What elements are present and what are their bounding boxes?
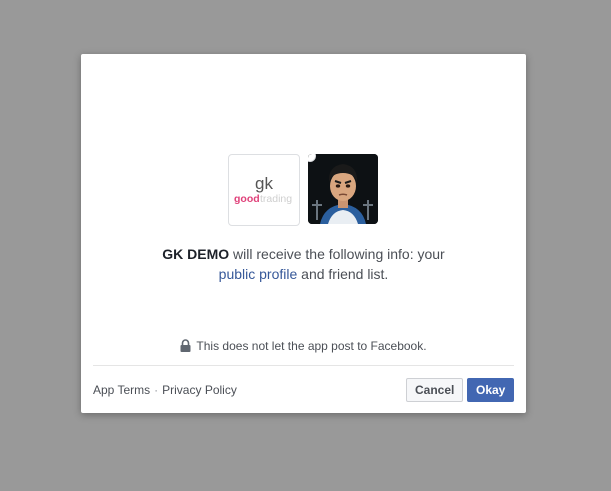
footer-separator: · [154,383,159,397]
notice-text: This does not let the app post to Facebo… [196,339,427,353]
public-profile-link[interactable]: public profile [219,266,298,282]
app-logo-graphic: gk good trading [234,174,292,205]
okay-button[interactable]: Okay [467,378,514,402]
user-avatar-graphic [308,154,378,224]
footer-divider [93,365,514,366]
app-logo: gk good trading [228,154,300,226]
footer-links: App Terms · Privacy Policy [93,382,237,398]
cancel-button[interactable]: Cancel [406,378,463,402]
app-name: GK DEMO [162,246,230,262]
app-terms-link[interactable]: App Terms [93,383,150,397]
info-text-before-link: will receive the following info: your [229,246,445,262]
lock-icon [180,339,191,356]
user-avatar [308,154,378,224]
avatar-pair: gk good trading [228,154,380,226]
app-logo-monogram: gk [255,174,273,193]
login-permissions-dialog: gk good trading GK DEMO will receive the… [81,54,526,413]
post-permission-notice: This does not let the app post to Facebo… [81,338,526,356]
privacy-policy-link[interactable]: Privacy Policy [162,383,237,397]
info-text-after-link: and friend list. [297,266,389,282]
app-logo-brand-word-2: trading [260,193,292,205]
app-logo-brand-word-1: good [234,193,260,205]
permissions-info: GK DEMO will receive the following info:… [81,244,526,284]
